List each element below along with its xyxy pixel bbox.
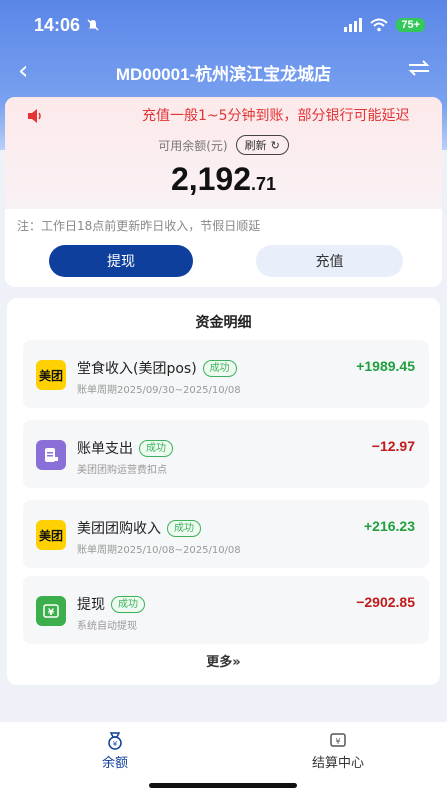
transaction-item[interactable]: 美团 美团团购收入 成功 账单周期2025/10/08~2025/10/08 +… xyxy=(23,500,429,568)
transaction-subtitle: 美团团购运营费扣点 xyxy=(77,465,167,476)
cellular-signal-icon xyxy=(344,18,363,32)
transaction-amount: +1989.45 xyxy=(356,358,415,374)
update-note: 注：工作日18点前更新昨日收入，节假日顺延 xyxy=(17,219,261,233)
switch-store-icon[interactable] xyxy=(407,60,431,76)
bill-icon xyxy=(36,440,66,470)
status-time: 14:06 xyxy=(34,14,81,35)
transaction-name: 美团团购收入 xyxy=(77,521,161,537)
notice-marquee: 充值一般1~5分钟到账，部分银行可能延迟 xyxy=(142,108,410,124)
svg-text:¥: ¥ xyxy=(335,737,340,746)
meituan-icon: 美团 xyxy=(36,360,66,390)
tab-balance[interactable]: ¥ 余额 xyxy=(55,730,175,771)
transaction-subtitle: 账单周期2025/09/30~2025/10/08 xyxy=(77,385,241,396)
transaction-name: 堂食收入(美团pos) xyxy=(77,361,197,377)
balance-amount-integer: 2,192 xyxy=(170,161,252,197)
transaction-subtitle: 账单周期2025/10/08~2025/10/08 xyxy=(77,545,241,556)
page-title: MD00001-杭州滨江宝龙城店 xyxy=(115,64,332,84)
refresh-label: 刷新 xyxy=(244,140,267,152)
svg-text:¥: ¥ xyxy=(48,608,55,618)
transaction-amount: −2902.85 xyxy=(356,594,415,610)
withdraw-icon: ¥ xyxy=(36,596,66,626)
transaction-amount: −12.97 xyxy=(371,438,415,454)
transaction-item[interactable]: 美团 堂食收入(美团pos) 成功 账单周期2025/09/30~2025/10… xyxy=(23,340,429,408)
battery-indicator: 75+ xyxy=(396,18,425,32)
tab-label: 结算中心 xyxy=(311,756,364,771)
balance-amount-decimal: .71 xyxy=(251,174,277,194)
balance-card: 充值一般1~5分钟到账，部分银行可能延迟 可用余额(元) 刷新 ↻ 2,192.… xyxy=(5,97,442,287)
home-indicator xyxy=(149,783,297,788)
settlement-icon: ¥ xyxy=(330,733,346,747)
transaction-item[interactable]: ¥ 提现 成功 系统自动提现 −2902.85 xyxy=(23,576,429,644)
refresh-button[interactable]: 刷新 ↻ xyxy=(235,135,289,155)
status-badge: 成功 xyxy=(167,519,201,537)
withdraw-button[interactable]: 提现 xyxy=(49,245,193,277)
available-balance-label: 可用余额(元) xyxy=(158,138,228,153)
balance-summary: 充值一般1~5分钟到账，部分银行可能延迟 可用余额(元) 刷新 ↻ 2,192.… xyxy=(5,97,442,209)
wifi-icon xyxy=(370,18,388,32)
bell-muted-icon xyxy=(87,19,99,31)
transaction-amount: +216.23 xyxy=(364,518,415,534)
status-badge: 成功 xyxy=(111,595,145,613)
wallet-icon: ¥ xyxy=(108,732,122,750)
status-badge: 成功 xyxy=(139,439,173,457)
transaction-name: 提现 xyxy=(77,597,105,613)
tab-settlement[interactable]: ¥ 结算中心 xyxy=(278,730,398,771)
transaction-name: 账单支出 xyxy=(77,441,133,457)
recharge-button[interactable]: 充值 xyxy=(256,245,403,277)
balance-amount: 2,192.71 xyxy=(5,161,442,198)
meituan-icon: 美团 xyxy=(36,520,66,550)
speaker-icon xyxy=(28,109,41,123)
refresh-icon: ↻ xyxy=(270,139,280,152)
transaction-subtitle: 系统自动提现 xyxy=(77,621,137,632)
status-badge: 成功 xyxy=(202,359,237,377)
transaction-item[interactable]: 账单支出 成功 美团团购运营费扣点 −12.97 xyxy=(23,420,429,488)
tab-label: 余额 xyxy=(101,756,128,771)
more-link[interactable]: 更多» xyxy=(7,651,440,670)
ledger-card: 资金明细 美团 堂食收入(美团pos) 成功 账单周期2025/09/30~20… xyxy=(7,298,440,685)
status-bar: 14:06 75+ xyxy=(0,0,447,50)
ledger-title: 资金明细 xyxy=(195,315,252,331)
nav-bar: ‹ MD00001-杭州滨江宝龙城店 xyxy=(0,52,447,92)
svg-text:¥: ¥ xyxy=(113,740,118,748)
back-arrow-icon[interactable]: ‹ xyxy=(18,56,28,86)
